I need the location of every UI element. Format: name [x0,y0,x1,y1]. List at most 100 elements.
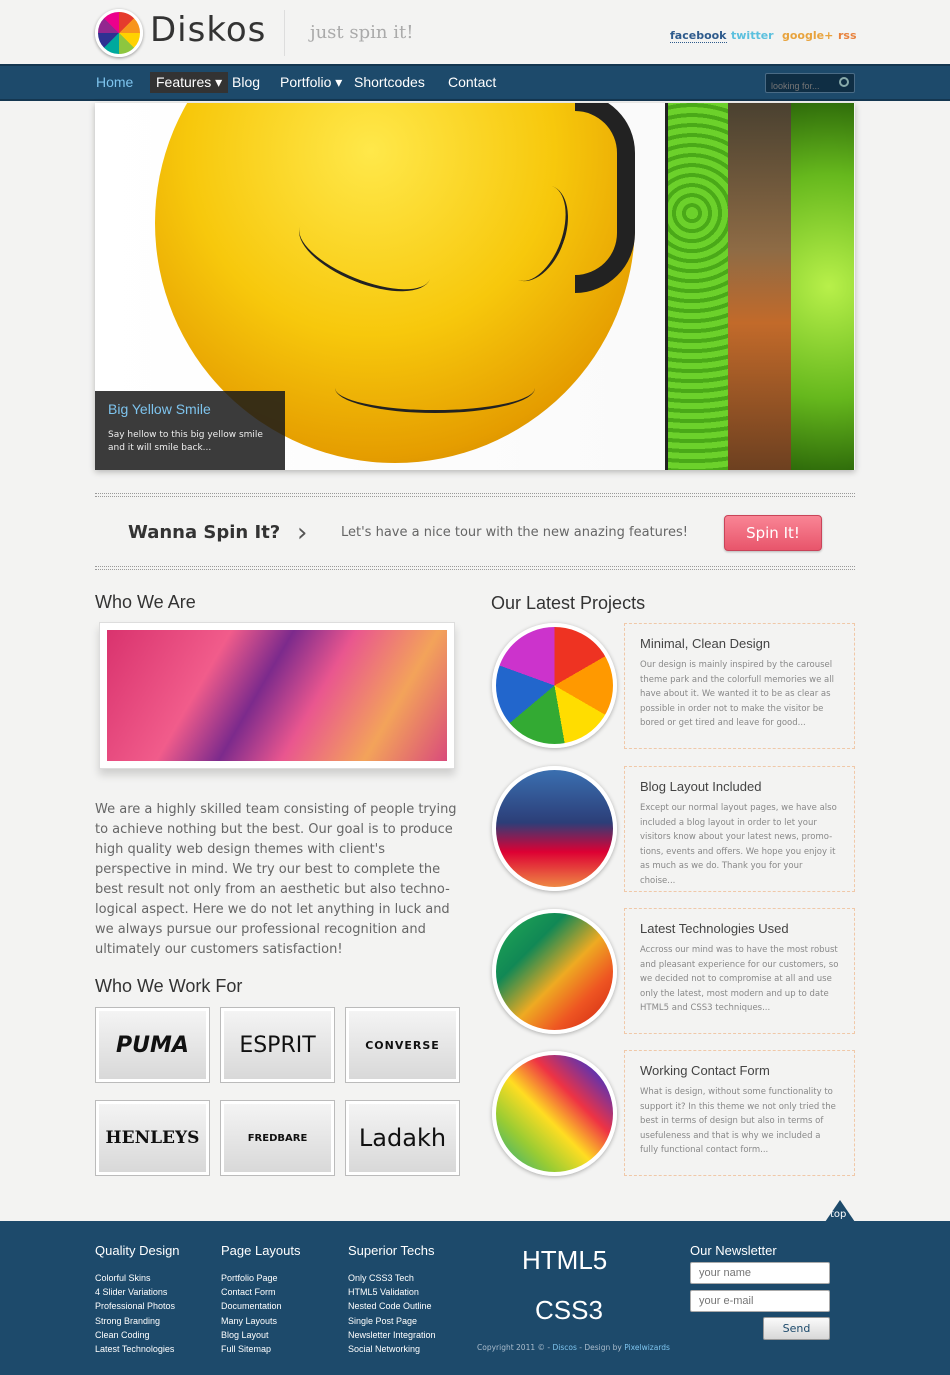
newsletter-heading: Our Newsletter [690,1243,777,1258]
divider [95,493,855,497]
search-input[interactable] [766,77,836,95]
footer-link[interactable]: 4 Slider Variations [95,1285,175,1299]
logo-wheel-icon[interactable] [95,9,143,57]
project-thumb[interactable] [492,1051,617,1176]
search-icon[interactable] [839,77,849,87]
slide-caption: Big Yellow Smile Say hellow to this big … [95,391,285,470]
footer-col-heading: Superior Techs [348,1243,435,1258]
newsletter-email-input[interactable] [690,1290,830,1312]
brand-esprit[interactable]: ESPRIT [220,1007,335,1083]
header: Diskos just spin it! facebook twitter go… [0,0,950,64]
project-card: Minimal, Clean Design Our design is main… [624,623,855,749]
twitter-link[interactable]: twitter [731,29,774,42]
spin-it-button[interactable]: Spin It! [724,515,822,551]
facebook-link[interactable]: facebook [670,29,727,43]
footer-col-heading: Page Layouts [221,1243,301,1258]
nav-portfolio[interactable]: Portfolio ▾ [280,74,342,91]
project-desc: What is design, without some functionali… [640,1087,836,1155]
newsletter-name-input[interactable] [690,1262,830,1284]
footer-link[interactable]: Strong Branding [95,1314,175,1328]
project-desc: Our design is mainly inspired by the car… [640,660,834,728]
back-to-top-link[interactable]: top [830,1209,846,1220]
brand-ladakh[interactable]: Ladakh [345,1100,460,1176]
googleplus-link[interactable]: google+ [782,29,833,42]
latest-projects-heading: Our Latest Projects [491,593,646,613]
project-thumb[interactable] [492,909,617,1034]
footer-link[interactable]: Documentation [221,1299,282,1313]
footer-col-list: Colorful Skins 4 Slider Variations Profe… [95,1271,175,1356]
nav-home[interactable]: Home [96,74,133,90]
footer-link[interactable]: Newsletter Integration [348,1328,436,1342]
footer-link[interactable]: Latest Technologies [95,1342,175,1356]
brand-henleys[interactable]: HENLEYS [95,1100,210,1176]
footer-link[interactable]: Contact Form [221,1285,282,1299]
project-card: Working Contact Form What is design, wit… [624,1050,855,1176]
brand-puma[interactable]: PUMA [95,1007,210,1083]
footer-link[interactable]: Social Networking [348,1342,436,1356]
nav-shortcodes[interactable]: Shortcodes [354,74,425,90]
divider [284,10,285,56]
nav-features[interactable]: Features ▾ [150,72,229,93]
footer-link[interactable]: Portfolio Page [221,1271,282,1285]
project-title[interactable]: Blog Layout Included [640,779,839,794]
project-desc: Except our normal layout pages, we have … [640,803,837,886]
footer-link[interactable]: Many Layouts [221,1314,282,1328]
tagline: just spin it! [310,22,414,43]
project-title[interactable]: Working Contact Form [640,1063,839,1078]
about-text: We are a highly skilled team consisting … [95,802,457,957]
footer-link[interactable]: Colorful Skins [95,1271,175,1285]
project-thumb[interactable] [492,766,617,891]
footer-link[interactable]: Clean Coding [95,1328,175,1342]
css3-badge: CSS3 [535,1295,603,1325]
nav-blog[interactable]: Blog [232,74,260,90]
who-we-are-image [99,622,455,769]
footer-link[interactable]: Professional Photos [95,1299,175,1313]
project-card: Blog Layout Included Except our normal l… [624,766,855,892]
caption-title: Big Yellow Smile [108,401,211,417]
headphone-shape [575,103,635,293]
cta-text: Let's have a nice tour with the new anaz… [341,525,688,540]
caption-text: Say hellow to this big yellow smile and … [108,430,263,453]
footer-col-list: Portfolio Page Contact Form Documentatio… [221,1271,282,1356]
footer-link[interactable]: Full Sitemap [221,1342,282,1356]
project-thumb[interactable] [492,623,617,748]
who-we-work-for-heading: Who We Work For [95,976,243,996]
footer-link[interactable]: Blog Layout [221,1328,282,1342]
brand-converse[interactable]: CONVERSE [345,1007,460,1083]
slide-thumb-lime[interactable] [791,103,854,470]
slide-thumb-green-drops[interactable] [665,103,728,470]
slide-main: Big Yellow Smile Say hellow to this big … [95,103,665,470]
search-box [765,73,855,95]
chevron-right-icon: › [297,518,308,548]
project-title[interactable]: Latest Technologies Used [640,921,839,936]
main-nav: Home Features ▾ Blog Portfolio ▾ Shortco… [0,64,950,101]
footer-link[interactable]: Only CSS3 Tech [348,1271,436,1285]
discos-link[interactable]: Discos [552,1343,576,1352]
rss-link[interactable]: rss [838,29,857,42]
footer-col-list: Only CSS3 Tech HTML5 Validation Nested C… [348,1271,436,1356]
nav-features-label: Features [156,74,212,90]
copyright-text: Copyright 2011 © - [477,1343,551,1352]
footer-link[interactable]: Nested Code Outline [348,1299,436,1313]
logo[interactable]: Diskos [150,10,266,50]
copyright: Copyright 2011 © - Discos - Design by Pi… [477,1343,670,1352]
footer-link[interactable]: HTML5 Validation [348,1285,436,1299]
nav-portfolio-label: Portfolio [280,74,332,90]
divider [95,566,855,570]
nav-contact[interactable]: Contact [448,74,496,90]
brand-fredbare[interactable]: FREDBARE [220,1100,335,1176]
slide-thumb-field[interactable] [728,103,791,470]
newsletter-send-button[interactable]: Send [763,1317,830,1340]
who-we-are-heading: Who We Are [95,592,196,612]
project-desc: Accross our mind was to have the most ro… [640,945,839,1013]
footer-col-heading: Quality Design [95,1243,180,1258]
image-slider[interactable]: Big Yellow Smile Say hellow to this big … [95,103,855,470]
pixelwizards-link[interactable]: Pixelwizards [624,1343,670,1352]
footer-link[interactable]: Single Post Page [348,1314,436,1328]
mouth-shape [335,363,535,413]
copyright-mid: - Design by [579,1343,622,1352]
html5-badge: HTML5 [522,1245,608,1275]
project-title[interactable]: Minimal, Clean Design [640,636,839,651]
cta-title: Wanna Spin It? [128,522,281,543]
project-card: Latest Technologies Used Accross our min… [624,908,855,1034]
